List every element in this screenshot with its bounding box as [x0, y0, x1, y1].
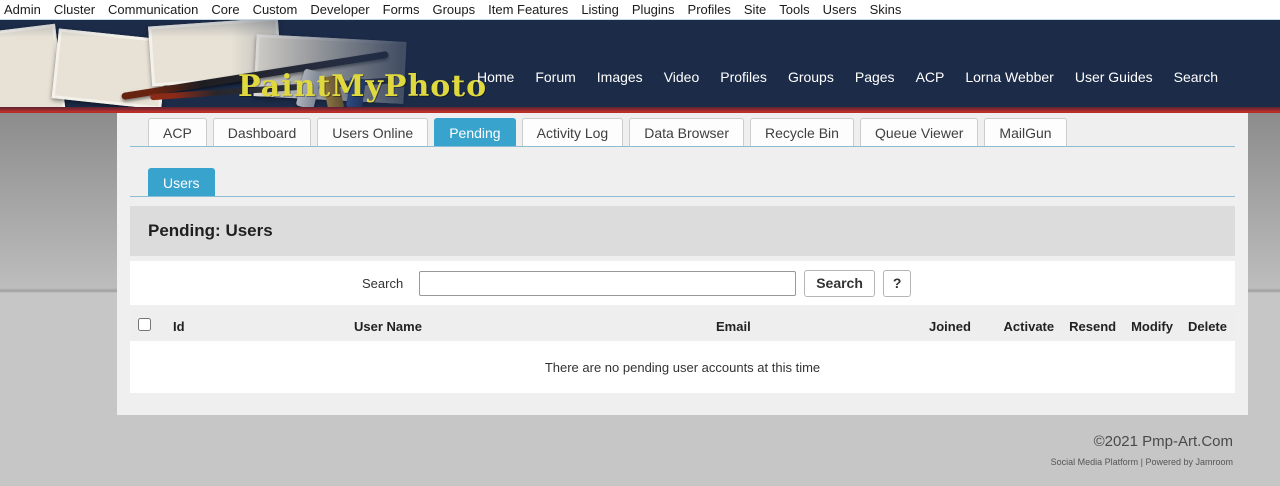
column-header-resend: Resend	[1069, 318, 1117, 334]
footer-tagline: Social Media Platform | Powered by Jamro…	[1050, 457, 1233, 467]
admin-menu-item-developer[interactable]: Developer	[310, 2, 369, 17]
nav-item-groups[interactable]: Groups	[788, 69, 834, 85]
nav-item-profiles[interactable]: Profiles	[720, 69, 767, 85]
admin-menu-item-core[interactable]: Core	[211, 2, 239, 17]
nav-item-forum[interactable]: Forum	[535, 69, 575, 85]
admin-menu-item-listing[interactable]: Listing	[581, 2, 619, 17]
acp-tab-bar: ACP Dashboard Users Online Pending Activity …	[130, 118, 1235, 147]
column-header-delete: Delete	[1187, 318, 1227, 334]
search-input[interactable]	[419, 270, 797, 296]
admin-menu-item-groups[interactable]: Groups	[432, 2, 475, 17]
admin-menu-item-tools[interactable]: Tools	[779, 2, 809, 17]
select-all-checkbox-cell	[130, 318, 173, 334]
panel-title-banner: Pending: Users	[130, 206, 1235, 256]
column-header-joined: Joined	[929, 318, 971, 334]
admin-menu-item-plugins[interactable]: Plugins	[632, 2, 675, 17]
nav-item-acp[interactable]: ACP	[916, 69, 945, 85]
nav-item-search[interactable]: Search	[1174, 69, 1218, 85]
admin-menu-item-custom[interactable]: Custom	[253, 2, 298, 17]
tab-activity-log[interactable]: Activity Log	[521, 118, 624, 146]
empty-state-row: There are no pending user accounts at th…	[130, 341, 1235, 393]
column-header-modify: Modify	[1131, 318, 1173, 334]
admin-menu-item-skins[interactable]: Skins	[870, 2, 902, 17]
tab-recycle-bin[interactable]: Recycle Bin	[750, 118, 854, 146]
nav-item-user-guides[interactable]: User Guides	[1075, 69, 1153, 85]
column-header-id: Id	[173, 318, 185, 334]
tab-queue-viewer[interactable]: Queue Viewer	[859, 118, 979, 146]
nav-item-pages[interactable]: Pages	[855, 69, 895, 85]
acp-content: ACP Dashboard Users Online Pending Activity …	[117, 113, 1248, 415]
select-all-checkbox[interactable]	[138, 318, 151, 331]
tab-data-browser[interactable]: Data Browser	[629, 118, 745, 146]
tab-acp[interactable]: ACP	[148, 118, 207, 146]
search-button[interactable]: Search	[804, 269, 875, 297]
column-header-user-name: User Name	[354, 318, 422, 334]
admin-menu-bar: Admin Cluster Communication Core Custom Devel…	[0, 0, 1280, 20]
site-logo[interactable]: PaintMyPhoto	[238, 69, 487, 104]
panel-title: Pending: Users	[148, 221, 273, 240]
site-header: PaintMyPhoto Home Forum Images Video Profile…	[0, 20, 1280, 107]
column-header-email: Email	[716, 318, 751, 334]
nav-item-images[interactable]: Images	[597, 69, 643, 85]
admin-menu-item-profiles[interactable]: Profiles	[688, 2, 731, 17]
nav-item-video[interactable]: Video	[664, 69, 700, 85]
admin-menu-item-users[interactable]: Users	[823, 2, 857, 17]
search-panel: Search Search ?	[130, 261, 1235, 305]
help-button[interactable]: ?	[882, 269, 912, 297]
footer-copyright: ©2021 Pmp-Art.Com	[1093, 433, 1233, 450]
tab-mailgun[interactable]: MailGun	[984, 118, 1067, 146]
admin-menu-item-admin[interactable]: Admin	[4, 2, 41, 17]
main-nav: Home Forum Images Video Profiles Groups Pages A…	[477, 69, 1218, 85]
page-footer: ©2021 Pmp-Art.Com Social Media Platform …	[0, 433, 1280, 467]
column-header-activate: Activate	[1003, 318, 1055, 334]
search-label: Search	[362, 275, 404, 291]
admin-menu-item-forms[interactable]: Forms	[383, 2, 420, 17]
subtab-users[interactable]: Users	[148, 168, 215, 196]
nav-item-lorna-webber[interactable]: Lorna Webber	[965, 69, 1053, 85]
admin-menu-item-communication[interactable]: Communication	[108, 2, 198, 17]
admin-menu-item-site[interactable]: Site	[744, 2, 766, 17]
tab-pending[interactable]: Pending	[434, 118, 516, 146]
tab-users-online[interactable]: Users Online	[317, 118, 429, 146]
pending-users-table: Id User Name Email Joined Activate Resen…	[130, 311, 1235, 393]
nav-item-home[interactable]: Home	[477, 69, 514, 85]
admin-menu-item-cluster[interactable]: Cluster	[54, 2, 95, 17]
acp-subtab-bar: Users	[130, 168, 1235, 197]
table-header-row: Id User Name Email Joined Activate Resen…	[130, 311, 1235, 341]
empty-state-message: There are no pending user accounts at th…	[544, 359, 821, 375]
admin-menu-item-item-features[interactable]: Item Features	[488, 2, 568, 17]
tab-dashboard[interactable]: Dashboard	[212, 118, 312, 146]
